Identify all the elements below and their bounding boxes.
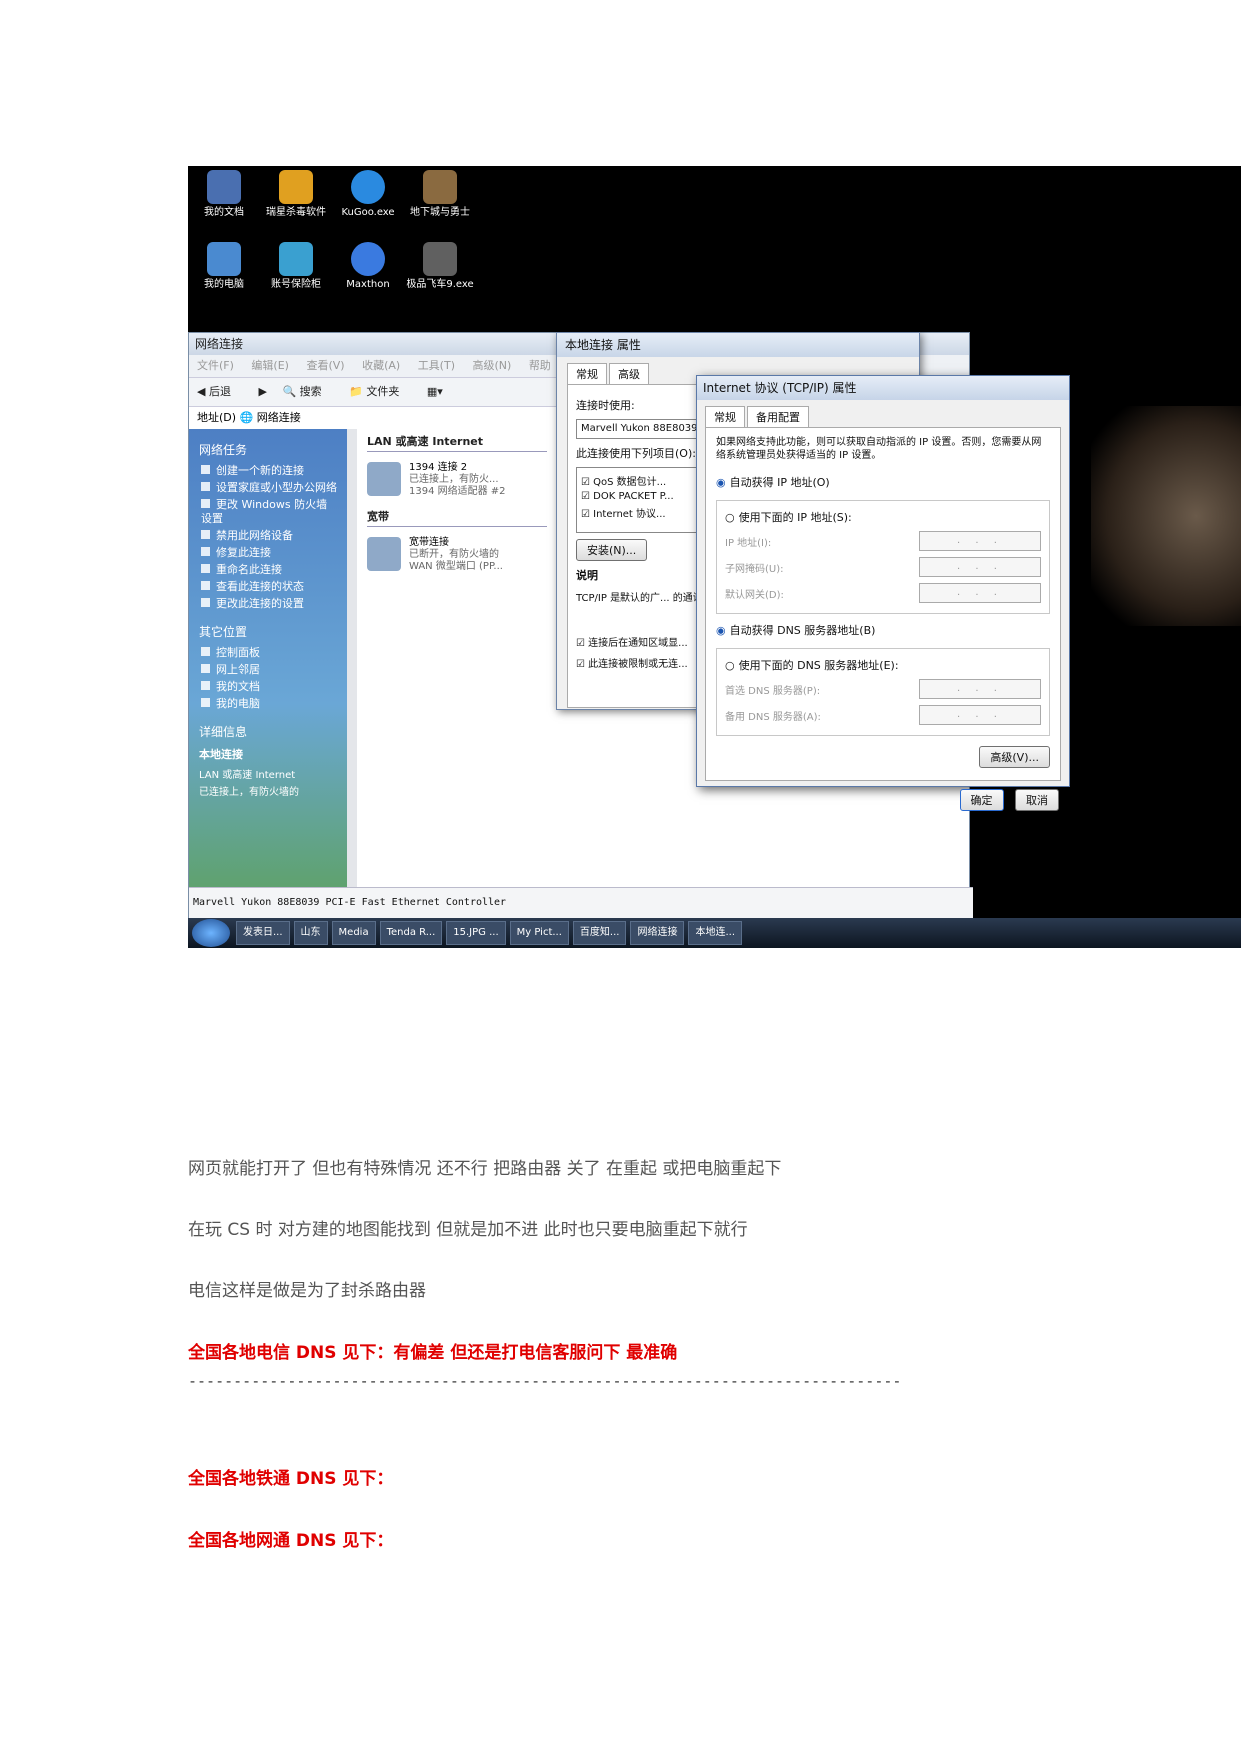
desktop-icon-dnf[interactable]: 地下城与勇士: [404, 170, 476, 219]
paragraph-3: 电信这样是做是为了封杀路由器: [188, 1281, 426, 1301]
details-line: LAN 或高速 Internet: [199, 770, 296, 781]
task-item[interactable]: 禁用此网络设备: [201, 529, 337, 543]
place-item[interactable]: 网上邻居: [201, 663, 337, 677]
task-item[interactable]: 创建一个新的连接: [201, 464, 337, 478]
manual-dns-group: 使用下面的 DNS 服务器地址(E): 首选 DNS 服务器(P):. . . …: [716, 648, 1050, 736]
auto-ip-radio[interactable]: 自动获得 IP 地址(O): [716, 474, 1050, 490]
tab-general[interactable]: 常规: [705, 406, 745, 427]
status-bar: Marvell Yukon 88E8039 PCI-E Fast Etherne…: [189, 887, 973, 918]
folders-button[interactable]: 📁 文件夹: [349, 385, 411, 398]
mask-label: 子网掩码(U):: [725, 563, 784, 575]
other-places-header: 其它位置: [199, 625, 248, 639]
place-item[interactable]: 我的文档: [201, 680, 337, 694]
desktop-icon-account-safe[interactable]: 账号保险柜: [260, 242, 332, 291]
desktop-icon-nfs9[interactable]: 极品飞车9.exe: [404, 242, 476, 291]
taskbar-item[interactable]: 百度知...: [572, 921, 627, 945]
desktop-icon-maxthon[interactable]: Maxthon: [332, 242, 404, 291]
connections-list: LAN 或高速 Internet 1394 连接 2 已连接上，有防火... 139…: [357, 429, 557, 888]
ip-label: IP 地址(I):: [725, 537, 772, 549]
taskbar-item[interactable]: 网络连接: [630, 921, 685, 945]
menu-edit[interactable]: 编辑(E): [251, 359, 289, 372]
taskbar-item[interactable]: Media: [331, 921, 376, 945]
advanced-button[interactable]: 高级(V)...: [979, 746, 1050, 768]
wallpaper-elephant: [1091, 406, 1241, 626]
desktop-icon-my-computer[interactable]: 我的电脑: [188, 242, 260, 291]
search-button[interactable]: 🔍 搜索: [282, 385, 333, 398]
dns1-label: 首选 DNS 服务器(P):: [725, 685, 821, 697]
desktop-icon-kugoo[interactable]: KuGoo.exe: [332, 170, 404, 219]
tab-advanced[interactable]: 高级: [609, 363, 649, 384]
menu-advanced[interactable]: 高级(N): [473, 359, 512, 372]
connection-1394[interactable]: 1394 连接 2 已连接上，有防火... 1394 网络适配器 #2: [367, 462, 547, 498]
taskbar-item[interactable]: 本地连...: [688, 921, 743, 945]
task-item[interactable]: 查看此连接的状态: [201, 580, 337, 594]
tab-general[interactable]: 常规: [567, 363, 607, 384]
network-adapter-icon: [367, 462, 401, 496]
desktop-icon-rising-antivirus[interactable]: 瑞星杀毒软件: [260, 170, 332, 219]
tietong-dns-heading: 全国各地铁通 DNS 见下：: [188, 1469, 394, 1489]
taskbar-item[interactable]: 山东: [293, 921, 328, 945]
menu-view[interactable]: 查看(V): [306, 359, 344, 372]
gateway-label: 默认网关(D):: [725, 589, 784, 601]
task-item[interactable]: 更改 Windows 防火墙设置: [201, 498, 337, 526]
task-item[interactable]: 更改此连接的设置: [201, 597, 337, 611]
ok-button[interactable]: 确定: [959, 789, 1004, 811]
telecom-dns-heading: 全国各地电信 DNS 见下：有偏差 但还是打电信客服问下 最准确: [188, 1343, 678, 1363]
views-button[interactable]: ▦▾: [427, 385, 443, 398]
taskbar-item[interactable]: 15.JPG ...: [446, 921, 506, 945]
dialog-title: 本地连接 属性: [557, 333, 919, 357]
preferred-dns-field[interactable]: . . .: [919, 679, 1041, 699]
connection-broadband[interactable]: 宽带连接 已断开，有防火墙的 WAN 微型端口 (PP...: [367, 537, 547, 573]
install-button[interactable]: 安装(N)...: [576, 539, 648, 561]
screenshot-image: 我的文档 瑞星杀毒软件 KuGoo.exe 地下城与勇士 我的电脑 账号保险柜 …: [188, 166, 1241, 948]
manual-ip-group: 使用下面的 IP 地址(S): IP 地址(I): . . . 子网掩码(U):.…: [716, 500, 1050, 614]
back-button[interactable]: ◀ 后退: [197, 385, 243, 398]
dialog-title: Internet 协议 (TCP/IP) 属性: [697, 376, 1069, 400]
tcpip-properties-dialog: Internet 协议 (TCP/IP) 属性 常规 备用配置 如果网络支持此功能…: [696, 375, 1070, 811]
group-header-lan: LAN 或高速 Internet: [367, 433, 547, 452]
start-button[interactable]: [192, 919, 230, 947]
details-title: 本地连接: [199, 748, 243, 761]
task-pane-scrollbar[interactable]: [347, 429, 357, 888]
details-line: 已连接上，有防火墙的: [199, 787, 299, 798]
taskbar: 发表日... 山东 Media Tenda R... 15.JPG ... My…: [188, 918, 1241, 948]
taskbar-item[interactable]: My Pict...: [509, 921, 569, 945]
netcom-dns-heading: 全国各地网通 DNS 见下：: [188, 1531, 394, 1551]
details-header: 详细信息: [199, 725, 248, 739]
ip-address-field[interactable]: . . .: [919, 531, 1041, 551]
alternate-dns-field[interactable]: . . .: [919, 705, 1041, 725]
desktop-icon-my-documents[interactable]: 我的文档: [188, 170, 260, 219]
taskbar-item[interactable]: 发表日...: [236, 921, 290, 945]
gateway-field[interactable]: . . .: [919, 583, 1041, 603]
manual-dns-radio[interactable]: 使用下面的 DNS 服务器地址(E):: [725, 657, 1041, 673]
menu-file[interactable]: 文件(F): [197, 359, 234, 372]
tcp-description: 如果网络支持此功能，则可以获取自动指派的 IP 设置。否则，您需要从网络系统管理…: [716, 437, 1042, 461]
task-item[interactable]: 重命名此连接: [201, 563, 337, 577]
place-item[interactable]: 控制面板: [201, 646, 337, 660]
auto-dns-radio[interactable]: 自动获得 DNS 服务器地址(B): [716, 622, 1050, 638]
taskbar-item[interactable]: Tenda R...: [379, 921, 443, 945]
divider-dashes: ----------------------------------------…: [188, 1372, 902, 1390]
forward-button[interactable]: ▶: [258, 385, 266, 398]
group-header-broadband: 宽带: [367, 508, 547, 527]
dns2-label: 备用 DNS 服务器(A):: [725, 711, 821, 723]
task-pane: 网络任务 创建一个新的连接 设置家庭或小型办公网络 更改 Windows 防火墙…: [189, 429, 347, 888]
broadband-icon: [367, 537, 401, 571]
subnet-mask-field[interactable]: . . .: [919, 557, 1041, 577]
task-item[interactable]: 设置家庭或小型办公网络: [201, 481, 337, 495]
cancel-button[interactable]: 取消: [1015, 789, 1059, 811]
menu-tools[interactable]: 工具(T): [418, 359, 455, 372]
tasks-header: 网络任务: [199, 443, 248, 457]
paragraph-2: 在玩 CS 时 对方建的地图能找到 但就是加不进 此时也只要电脑重起下就行: [188, 1220, 748, 1240]
menu-favorites[interactable]: 收藏(A): [362, 359, 400, 372]
menu-help[interactable]: 帮助: [529, 359, 551, 372]
manual-ip-radio[interactable]: 使用下面的 IP 地址(S):: [725, 509, 1041, 525]
tab-alternate[interactable]: 备用配置: [747, 406, 809, 427]
paragraph-1: 网页就能打开了 但也有特殊情况 还不行 把路由器 关了 在重起 或把电脑重起下: [188, 1159, 782, 1179]
place-item[interactable]: 我的电脑: [201, 697, 337, 711]
network-icon: 🌐: [239, 411, 254, 424]
task-item[interactable]: 修复此连接: [201, 546, 337, 560]
